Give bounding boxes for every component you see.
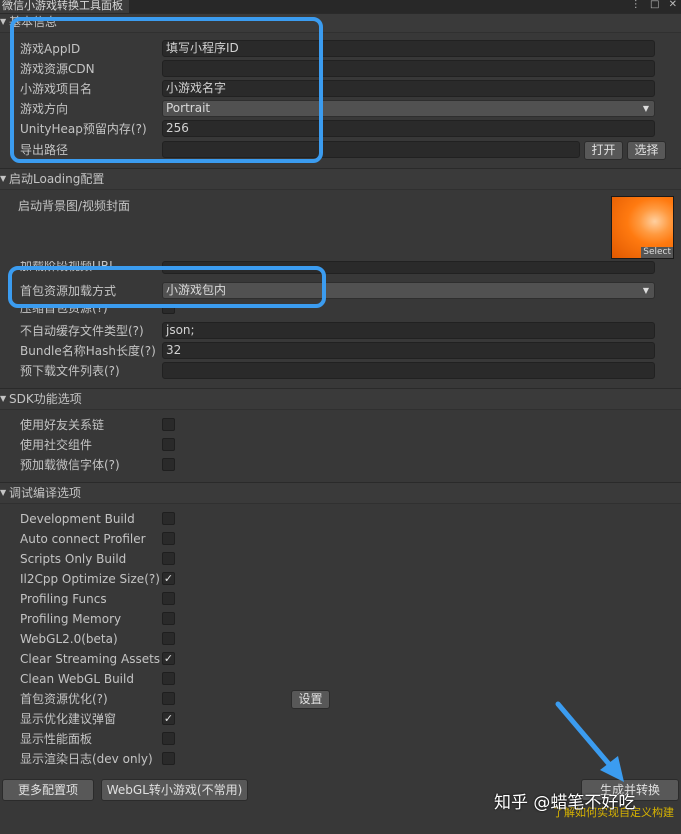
hash-label: Bundle名称Hash长度(?) <box>20 344 156 358</box>
preload-field[interactable] <box>162 362 655 379</box>
option-checkbox[interactable]: ✓ <box>162 652 175 665</box>
option-label: Profiling Funcs <box>20 592 107 606</box>
chevron-down-icon: ▼ <box>0 174 7 183</box>
section-title: 启动Loading配置 <box>9 172 105 186</box>
maximize-icon[interactable]: □ <box>650 0 659 10</box>
open-button[interactable]: 打开 <box>584 141 623 160</box>
option-checkbox[interactable] <box>162 438 175 451</box>
section-header-sdk[interactable]: ▼ SDK功能选项 <box>0 388 681 410</box>
chevron-down-icon: ▼ <box>0 488 7 497</box>
window-titlebar: 微信小游戏转换工具面板 ⋮ □ ✕ <box>0 0 681 13</box>
option-checkbox[interactable] <box>162 672 175 685</box>
option-row: Profiling Funcs <box>0 589 681 609</box>
settings-button[interactable]: 设置 <box>291 690 330 709</box>
option-label: 首包资源优化(?) <box>20 692 108 706</box>
option-row: Development Build <box>0 509 681 529</box>
chevron-down-icon: ▼ <box>0 17 7 26</box>
option-checkbox[interactable]: ✓ <box>162 572 175 585</box>
option-checkbox[interactable] <box>162 552 175 565</box>
option-label: 显示性能面板 <box>20 732 93 746</box>
option-label: Scripts Only Build <box>20 552 127 566</box>
section-header-debug[interactable]: ▼ 调试编译选项 <box>0 482 681 504</box>
annotation-box-basic <box>10 17 323 163</box>
option-label: Clear Streaming Assets <box>20 652 161 666</box>
chevron-down-icon: ▼ <box>0 394 7 403</box>
select-button[interactable]: Select <box>641 247 673 258</box>
option-label: 显示渲染日志(dev only) <box>20 752 153 766</box>
section-title: SDK功能选项 <box>9 392 82 406</box>
option-checkbox[interactable] <box>162 458 175 471</box>
option-row: 使用好友关系链 <box>0 415 681 435</box>
chevron-down-icon: ▼ <box>642 286 649 295</box>
annotation-arrow-icon <box>555 701 624 782</box>
option-checkbox[interactable] <box>162 692 175 705</box>
menu-icon[interactable]: ⋮ <box>631 0 641 10</box>
bg-label: 启动背景图/视频封面 <box>18 199 131 213</box>
section-header-loading[interactable]: ▼ 启动Loading配置 <box>0 168 681 190</box>
choose-button[interactable]: 选择 <box>627 141 666 160</box>
window-controls: ⋮ □ ✕ <box>625 0 677 13</box>
option-row: Clear Streaming Assets ✓ <box>0 649 681 669</box>
nocache-row: 不自动缓存文件类型(?) json; <box>0 321 681 341</box>
checkmark-icon: ✓ <box>163 652 174 665</box>
option-checkbox[interactable] <box>162 592 175 605</box>
option-label: Development Build <box>20 512 135 526</box>
preload-label: 预下载文件列表(?) <box>20 364 120 378</box>
checkmark-icon: ✓ <box>163 712 174 725</box>
option-row: Scripts Only Build <box>0 549 681 569</box>
option-label: 显示优化建议弹窗 <box>20 712 117 726</box>
option-checkbox[interactable] <box>162 512 175 525</box>
bg-row: 启动背景图/视频封面 <box>0 196 681 216</box>
option-checkbox[interactable] <box>162 532 175 545</box>
nocache-field[interactable]: json; <box>162 322 655 339</box>
option-row: Clean WebGL Build <box>0 669 681 689</box>
option-label: WebGL2.0(beta) <box>20 632 118 646</box>
option-checkbox[interactable] <box>162 632 175 645</box>
more-config-button[interactable]: 更多配置项 <box>2 779 94 801</box>
option-row: WebGL2.0(beta) <box>0 629 681 649</box>
checkmark-icon: ✓ <box>163 572 174 585</box>
option-label: 使用社交组件 <box>20 438 93 452</box>
option-row: Profiling Memory <box>0 609 681 629</box>
annotation-box-load-method <box>8 266 326 308</box>
chevron-down-icon: ▼ <box>642 104 649 113</box>
option-row: 预加载微信字体(?) <box>0 455 681 475</box>
option-label: Clean WebGL Build <box>20 672 134 686</box>
preload-row: 预下载文件列表(?) <box>0 361 681 381</box>
window-title[interactable]: 微信小游戏转换工具面板 <box>0 0 129 13</box>
webgl-convert-button[interactable]: WebGL转小游戏(不常用) <box>101 779 248 801</box>
close-icon[interactable]: ✕ <box>669 0 677 10</box>
option-label: Profiling Memory <box>20 612 122 626</box>
option-label: Il2Cpp Optimize Size(?) <box>20 572 160 586</box>
option-row: 使用社交组件 <box>0 435 681 455</box>
option-label: 预加载微信字体(?) <box>20 458 120 472</box>
option-checkbox[interactable] <box>162 732 175 745</box>
option-label: 使用好友关系链 <box>20 418 105 432</box>
section-title: 调试编译选项 <box>9 486 82 500</box>
option-checkbox[interactable] <box>162 418 175 431</box>
nocache-label: 不自动缓存文件类型(?) <box>20 324 144 338</box>
option-checkbox[interactable]: ✓ <box>162 712 175 725</box>
watermark-text: 知乎 @蜡笔不好吃 <box>494 793 636 813</box>
option-checkbox[interactable] <box>162 752 175 765</box>
hash-row: Bundle名称Hash长度(?) 32 <box>0 341 681 361</box>
background-image-thumbnail[interactable]: Select <box>611 196 674 259</box>
option-row: Il2Cpp Optimize Size(?) ✓ <box>0 569 681 589</box>
option-label: Auto connect Profiler <box>20 532 146 546</box>
option-checkbox[interactable] <box>162 612 175 625</box>
hash-field[interactable]: 32 <box>162 342 655 359</box>
option-row: Auto connect Profiler <box>0 529 681 549</box>
